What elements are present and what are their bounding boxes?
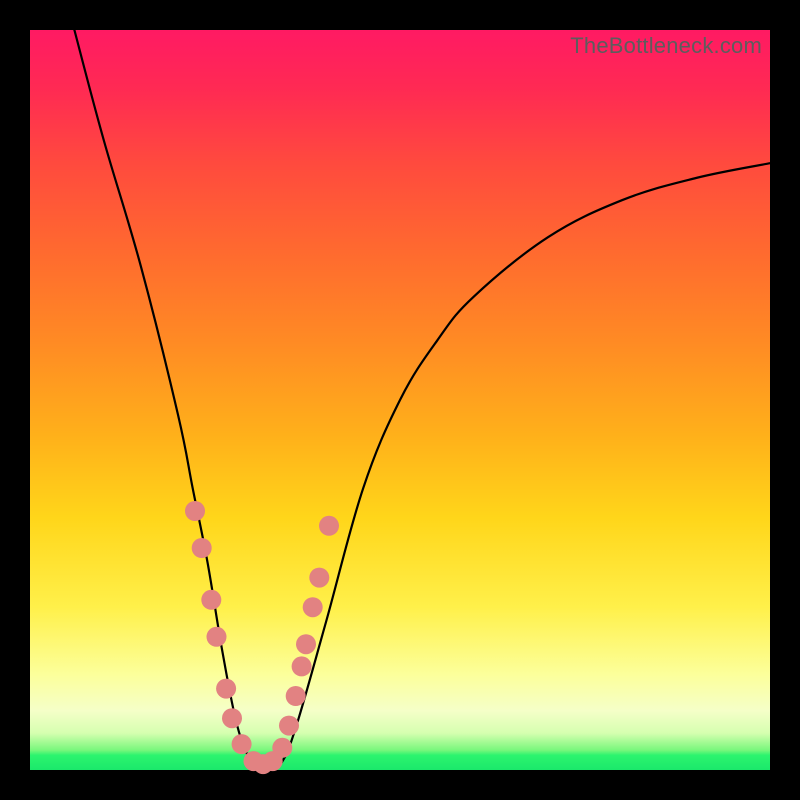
highlight-dot <box>319 516 339 536</box>
highlight-dot <box>201 590 221 610</box>
highlight-dot <box>192 538 212 558</box>
bottleneck-curve <box>74 30 770 770</box>
highlight-dot <box>222 708 242 728</box>
highlight-dot <box>216 679 236 699</box>
highlight-dot <box>309 568 329 588</box>
highlight-dot <box>296 634 316 654</box>
highlight-dot <box>286 686 306 706</box>
highlight-dots <box>185 501 339 774</box>
highlight-dot <box>303 597 323 617</box>
highlight-dot <box>207 627 227 647</box>
highlight-dot <box>272 738 292 758</box>
curve-layer <box>30 30 770 770</box>
highlight-dot <box>185 501 205 521</box>
chart-frame: TheBottleneck.com <box>0 0 800 800</box>
plot-area: TheBottleneck.com <box>30 30 770 770</box>
highlight-dot <box>279 716 299 736</box>
highlight-dot <box>232 734 252 754</box>
highlight-dot <box>292 656 312 676</box>
